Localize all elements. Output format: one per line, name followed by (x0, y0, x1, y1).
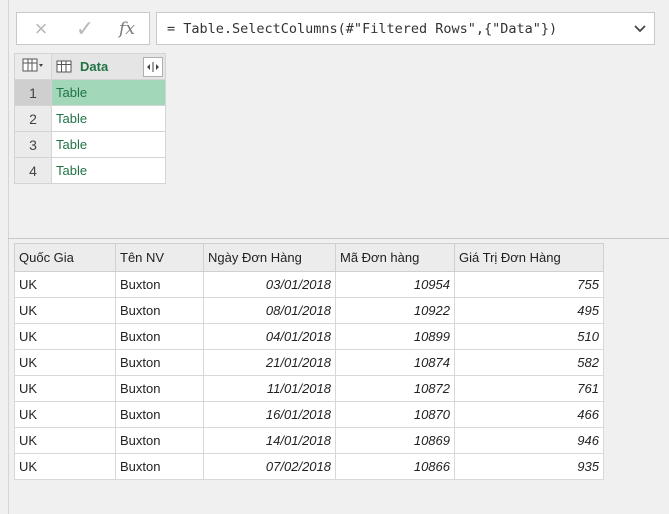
order-date-cell[interactable]: 08/01/2018 (203, 297, 336, 324)
order-date-cell[interactable]: 14/01/2018 (203, 427, 336, 454)
table-row[interactable]: UK Buxton 21/01/2018 10874 582 (14, 349, 604, 376)
preview-grid: Data 1 Table 2 Table 3 Table 4 Table (14, 53, 166, 184)
table-row[interactable]: UK Buxton 11/01/2018 10872 761 (14, 375, 604, 402)
order-date-cell[interactable]: 16/01/2018 (203, 401, 336, 428)
order-id-cell[interactable]: 10922 (335, 297, 455, 324)
country-cell[interactable]: UK (14, 297, 116, 324)
table-row[interactable]: 3 Table (14, 131, 166, 158)
order-id-cell[interactable]: 10954 (335, 271, 455, 298)
country-cell[interactable]: UK (14, 349, 116, 376)
table-row[interactable]: UK Buxton 14/01/2018 10869 946 (14, 427, 604, 454)
country-cell[interactable]: UK (14, 271, 116, 298)
employee-cell[interactable]: Buxton (115, 375, 204, 402)
cancel-icon[interactable]: × (21, 13, 61, 44)
pane-border (8, 0, 9, 514)
employee-cell[interactable]: Buxton (115, 323, 204, 350)
expand-column-icon[interactable] (143, 56, 163, 77)
employee-cell[interactable]: Buxton (115, 401, 204, 428)
expand-arrows-icon (147, 61, 159, 72)
order-id-cell[interactable]: 10870 (335, 401, 455, 428)
row-number: 4 (14, 157, 52, 184)
table-row[interactable]: 2 Table (14, 105, 166, 132)
order-date-cell[interactable]: 03/01/2018 (203, 271, 336, 298)
column-header-label: Data (80, 59, 109, 74)
order-date-cell[interactable]: 07/02/2018 (203, 453, 336, 480)
order-value-cell[interactable]: 466 (454, 401, 604, 428)
column-header[interactable]: Quốc Gia (14, 243, 116, 272)
order-value-cell[interactable]: 761 (454, 375, 604, 402)
pane-divider[interactable] (8, 238, 669, 239)
order-id-cell[interactable]: 10899 (335, 323, 455, 350)
column-header[interactable]: Tên NV (115, 243, 204, 272)
table-row[interactable]: 1 Table (14, 79, 166, 106)
table-link[interactable]: Table (51, 79, 166, 106)
column-header[interactable]: Ngày Đơn Hàng (203, 243, 336, 272)
order-date-cell[interactable]: 21/01/2018 (203, 349, 336, 376)
order-id-cell[interactable]: 10869 (335, 427, 455, 454)
detail-table: Quốc Gia Tên NV Ngày Đơn Hàng Mã Đơn hàn… (14, 243, 604, 480)
formula-bar-buttons: × ✓ fx (16, 12, 150, 45)
employee-cell[interactable]: Buxton (115, 297, 204, 324)
chevron-down-icon[interactable] (632, 21, 648, 37)
order-value-cell[interactable]: 935 (454, 453, 604, 480)
table-link[interactable]: Table (51, 131, 166, 158)
column-header-data[interactable]: Data (51, 53, 166, 80)
country-cell[interactable]: UK (14, 401, 116, 428)
fx-icon[interactable]: fx (107, 13, 147, 44)
employee-cell[interactable]: Buxton (115, 349, 204, 376)
order-id-cell[interactable]: 10872 (335, 375, 455, 402)
order-date-cell[interactable]: 04/01/2018 (203, 323, 336, 350)
table-link[interactable]: Table (51, 157, 166, 184)
table-row[interactable]: UK Buxton 04/01/2018 10899 510 (14, 323, 604, 350)
row-number: 3 (14, 131, 52, 158)
country-cell[interactable]: UK (14, 323, 116, 350)
order-value-cell[interactable]: 582 (454, 349, 604, 376)
order-value-cell[interactable]: 495 (454, 297, 604, 324)
preview-header-row: Data (14, 53, 166, 80)
country-cell[interactable]: UK (14, 453, 116, 480)
table-row[interactable]: UK Buxton 03/01/2018 10954 755 (14, 271, 604, 298)
employee-cell[interactable]: Buxton (115, 271, 204, 298)
employee-cell[interactable]: Buxton (115, 453, 204, 480)
order-value-cell[interactable]: 946 (454, 427, 604, 454)
row-number: 2 (14, 105, 52, 132)
table-type-icon (56, 60, 72, 73)
column-header[interactable]: Mã Đơn hàng (335, 243, 455, 272)
formula-text[interactable]: = Table.SelectColumns(#"Filtered Rows",{… (167, 21, 557, 37)
table-icon (22, 58, 43, 72)
country-cell[interactable]: UK (14, 375, 116, 402)
table-row[interactable]: UK Buxton 16/01/2018 10870 466 (14, 401, 604, 428)
column-header[interactable]: Giá Trị Đơn Hàng (454, 243, 604, 272)
row-number: 1 (14, 79, 52, 106)
table-menu-button[interactable] (14, 53, 52, 80)
formula-input[interactable]: = Table.SelectColumns(#"Filtered Rows",{… (156, 12, 655, 45)
country-cell[interactable]: UK (14, 427, 116, 454)
order-value-cell[interactable]: 755 (454, 271, 604, 298)
order-id-cell[interactable]: 10874 (335, 349, 455, 376)
order-value-cell[interactable]: 510 (454, 323, 604, 350)
order-id-cell[interactable]: 10866 (335, 453, 455, 480)
detail-header-row: Quốc Gia Tên NV Ngày Đơn Hàng Mã Đơn hàn… (14, 243, 604, 272)
table-row[interactable]: UK Buxton 07/02/2018 10866 935 (14, 453, 604, 480)
order-date-cell[interactable]: 11/01/2018 (203, 375, 336, 402)
employee-cell[interactable]: Buxton (115, 427, 204, 454)
table-link[interactable]: Table (51, 105, 166, 132)
table-row[interactable]: 4 Table (14, 157, 166, 184)
commit-icon[interactable]: ✓ (65, 13, 105, 44)
table-row[interactable]: UK Buxton 08/01/2018 10922 495 (14, 297, 604, 324)
